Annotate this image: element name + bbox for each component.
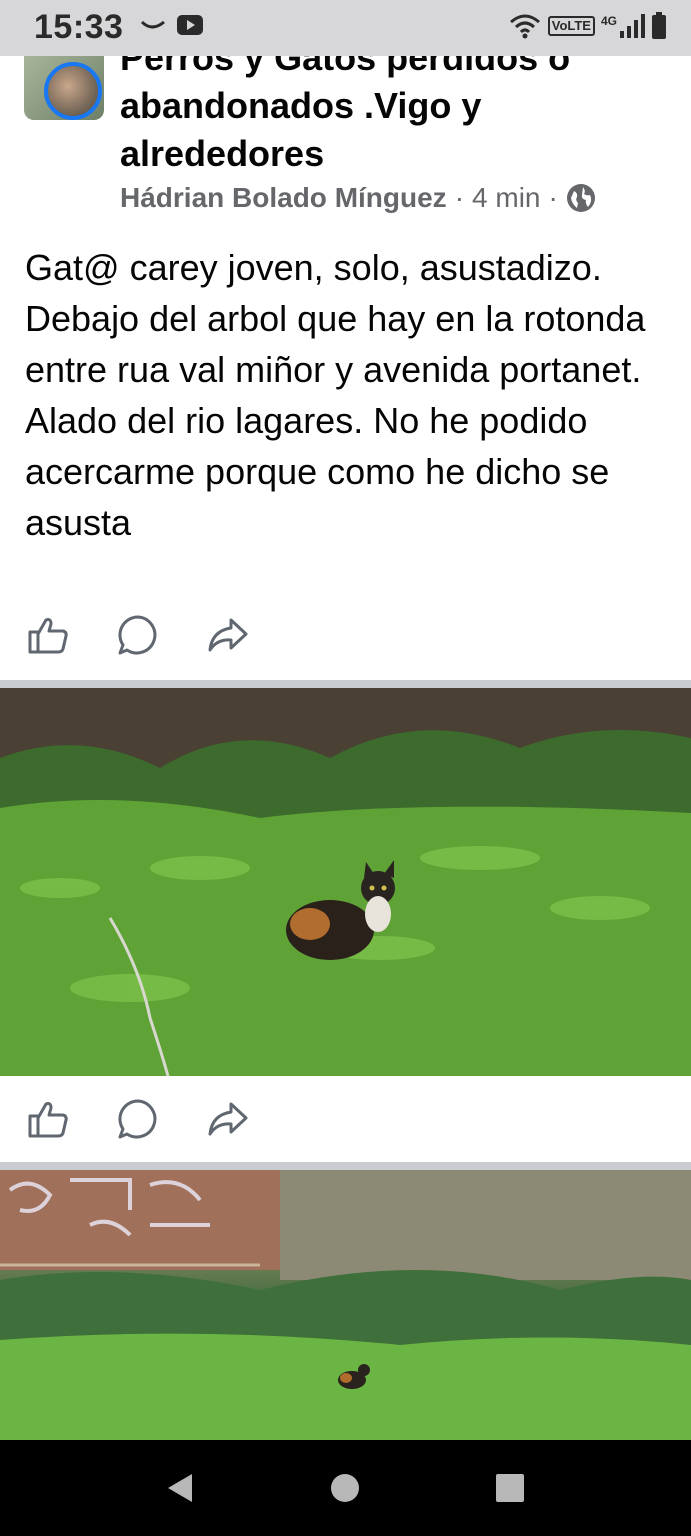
share-icon — [208, 1102, 248, 1136]
meta-separator: · — [548, 182, 558, 213]
author-name[interactable]: Hádrian Bolado Mínguez — [120, 182, 447, 214]
volte-badge: VoLTE — [547, 16, 595, 36]
post-photo[interactable] — [0, 688, 691, 1076]
back-triangle-icon — [168, 1474, 192, 1502]
status-time: 15:33 — [34, 8, 124, 46]
comment-button[interactable] — [114, 1096, 162, 1142]
post-time[interactable]: 4 min — [472, 182, 540, 214]
share-button[interactable] — [204, 1096, 252, 1142]
post-photo[interactable] — [0, 1170, 691, 1440]
globe-icon — [566, 184, 595, 212]
post-meta: Hádrian Bolado Mínguez · 4 min · — [120, 182, 596, 214]
avatar[interactable] — [44, 62, 102, 120]
home-button[interactable] — [315, 1440, 375, 1536]
recents-button[interactable] — [480, 1440, 540, 1536]
battery-icon — [652, 12, 666, 39]
group-name[interactable]: Perros y Gatos perdidos o abandonados .V… — [120, 56, 640, 178]
post-divider — [0, 680, 691, 688]
wifi-icon — [509, 14, 540, 39]
signal-icon — [620, 14, 645, 38]
like-button[interactable] — [24, 1096, 72, 1142]
home-circle-icon — [331, 1474, 359, 1502]
meta-separator: · — [454, 182, 465, 213]
recents-square-icon — [496, 1474, 524, 1502]
post-text: Gat@ carey joven, solo, asustadizo. Deba… — [25, 247, 646, 543]
post-header: Perros y Gatos perdidos o abandonados .V… — [0, 56, 691, 226]
notification-arrow-icon — [140, 20, 165, 29]
share-icon — [208, 618, 248, 652]
system-navigation-bar — [0, 1440, 691, 1536]
comment-icon — [118, 1099, 157, 1139]
photo-divider — [0, 1162, 691, 1170]
thumbs-up-icon — [28, 618, 68, 654]
photo-actions — [24, 1096, 252, 1142]
thumbs-up-icon — [28, 1102, 68, 1138]
comment-icon — [118, 615, 157, 655]
cat-field-photo-illustration — [0, 1170, 691, 1440]
cat-photo-illustration — [0, 688, 691, 1076]
feed[interactable]: Perros y Gatos perdidos o abandonados .V… — [0, 56, 691, 1440]
status-bar: 15:33 VoLTE 4G — [0, 0, 691, 56]
like-button[interactable] — [24, 612, 72, 658]
post-actions — [24, 612, 252, 658]
youtube-icon — [177, 15, 203, 35]
network-type: 4G — [600, 14, 617, 28]
notification-icons — [140, 14, 204, 36]
status-right: VoLTE 4G — [508, 12, 667, 40]
share-button[interactable] — [204, 612, 252, 658]
back-button[interactable] — [150, 1440, 210, 1536]
comment-button[interactable] — [114, 612, 162, 658]
